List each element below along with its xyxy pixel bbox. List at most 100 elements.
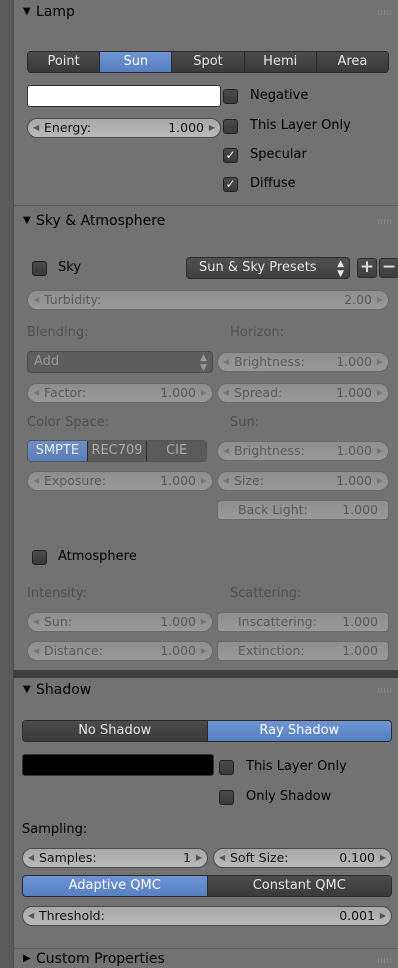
sampling-label: Sampling: bbox=[22, 822, 88, 837]
negative-checkbox[interactable] bbox=[223, 89, 238, 104]
decrement-arrow-icon[interactable]: ◀ bbox=[33, 613, 39, 631]
decrement-arrow-icon[interactable]: ◀ bbox=[33, 642, 39, 660]
increment-arrow-icon[interactable]: ▶ bbox=[201, 613, 207, 631]
only-shadow-checkbox[interactable] bbox=[219, 790, 234, 805]
color-space-rec709[interactable]: REC709 bbox=[86, 441, 147, 461]
lamp-type-sun[interactable]: Sun bbox=[99, 52, 172, 72]
sun-brightness-field[interactable]: ◀ Brightness: 1.000 ▶ bbox=[217, 441, 389, 461]
threshold-field[interactable]: ◀ Threshold: 0.001 ▶ bbox=[22, 906, 392, 926]
inscattering-value: 1.000 bbox=[342, 614, 378, 629]
decrement-arrow-icon[interactable]: ◀ bbox=[28, 907, 34, 925]
collapse-triangle-icon[interactable]: ▼ bbox=[23, 684, 31, 695]
increment-arrow-icon[interactable]: ▶ bbox=[377, 353, 383, 371]
soft-size-value: 0.100 bbox=[339, 850, 375, 865]
increment-arrow-icon[interactable]: ▶ bbox=[377, 472, 383, 490]
no-shadow-button[interactable]: No Shadow bbox=[23, 721, 207, 741]
remove-preset-button[interactable]: − bbox=[379, 258, 398, 278]
decrement-arrow-icon[interactable]: ◀ bbox=[219, 849, 225, 867]
collapse-triangle-icon[interactable]: ▼ bbox=[23, 215, 31, 226]
increment-arrow-icon[interactable]: ▶ bbox=[380, 907, 386, 925]
decrement-arrow-icon[interactable]: ◀ bbox=[33, 119, 39, 137]
shadow-this-layer-only-label: This Layer Only bbox=[246, 759, 347, 774]
energy-field[interactable]: ◀ Energy: 1.000 ▶ bbox=[27, 118, 221, 138]
blend-mode-dropdown[interactable]: Add ▲ ▼ bbox=[27, 351, 213, 373]
decrement-arrow-icon[interactable]: ◀ bbox=[33, 384, 39, 402]
increment-arrow-icon[interactable]: ▶ bbox=[196, 849, 202, 867]
factor-field[interactable]: ◀ Factor: 1.000 ▶ bbox=[27, 383, 213, 403]
atmosphere-label: Atmosphere bbox=[58, 549, 137, 564]
lamp-type-point[interactable]: Point bbox=[28, 52, 100, 72]
diffuse-checkbox[interactable]: ✓ bbox=[223, 177, 238, 192]
increment-arrow-icon[interactable]: ▶ bbox=[201, 472, 207, 490]
soft-size-label: Soft Size: bbox=[230, 850, 289, 865]
back-light-value: 1.000 bbox=[342, 502, 378, 517]
drag-grip-icon[interactable] bbox=[378, 688, 392, 693]
color-space-cie[interactable]: CIE bbox=[146, 441, 206, 461]
qmc-method-selector: Adaptive QMC Constant QMC bbox=[22, 875, 392, 897]
lamp-color-swatch[interactable] bbox=[27, 85, 221, 107]
panel-title: Lamp bbox=[36, 4, 75, 20]
decrement-arrow-icon[interactable]: ◀ bbox=[223, 442, 229, 460]
add-preset-button[interactable]: + bbox=[357, 258, 377, 278]
lamp-type-hemi[interactable]: Hemi bbox=[243, 52, 316, 72]
atmosphere-checkbox[interactable] bbox=[32, 550, 47, 565]
increment-arrow-icon[interactable]: ▶ bbox=[380, 849, 386, 867]
collapse-triangle-icon[interactable]: ▼ bbox=[23, 6, 31, 17]
decrement-arrow-icon[interactable]: ◀ bbox=[33, 291, 39, 309]
lamp-panel-header[interactable]: ▼ Lamp bbox=[14, 0, 398, 26]
color-space-smpte[interactable]: SMPTE bbox=[28, 441, 87, 461]
soft-size-field[interactable]: ◀ Soft Size: 0.100 ▶ bbox=[213, 848, 392, 868]
negative-label: Negative bbox=[250, 88, 309, 103]
ray-shadow-button[interactable]: Ray Shadow bbox=[206, 721, 391, 741]
diffuse-label: Diffuse bbox=[250, 176, 296, 191]
inscattering-label: Inscattering: bbox=[238, 614, 317, 629]
distance-field[interactable]: ◀ Distance: 1.000 ▶ bbox=[27, 641, 213, 661]
shadow-this-layer-only-checkbox[interactable] bbox=[219, 760, 234, 775]
panel-title: Custom Properties bbox=[36, 951, 165, 967]
intensity-sun-field[interactable]: ◀ Sun: 1.000 ▶ bbox=[27, 612, 213, 632]
panel-title: Shadow bbox=[36, 682, 92, 698]
lamp-type-spot[interactable]: Spot bbox=[171, 52, 244, 72]
samples-field[interactable]: ◀ Samples: 1 ▶ bbox=[22, 848, 208, 868]
horizon-label: Horizon: bbox=[230, 325, 285, 340]
spread-field[interactable]: ◀ Spread: 1.000 ▶ bbox=[217, 383, 389, 403]
back-light-field[interactable]: Back Light: 1.000 bbox=[217, 500, 389, 520]
expand-triangle-icon[interactable]: ▶ bbox=[23, 953, 31, 964]
decrement-arrow-icon[interactable]: ◀ bbox=[223, 384, 229, 402]
decrement-arrow-icon[interactable]: ◀ bbox=[223, 353, 229, 371]
constant-qmc-button[interactable]: Constant QMC bbox=[206, 876, 391, 896]
this-layer-only-checkbox[interactable] bbox=[223, 119, 238, 134]
sun-sky-presets-menu[interactable]: Sun & Sky Presets ▲ ▼ bbox=[186, 257, 350, 279]
inscattering-field[interactable]: Inscattering: 1.000 bbox=[217, 612, 389, 632]
increment-arrow-icon[interactable]: ▶ bbox=[209, 119, 215, 137]
back-light-label: Back Light: bbox=[238, 502, 308, 517]
spread-value: 1.000 bbox=[336, 385, 372, 400]
drag-grip-icon[interactable] bbox=[378, 10, 392, 15]
increment-arrow-icon[interactable]: ▶ bbox=[201, 642, 207, 660]
drag-grip-icon[interactable] bbox=[378, 219, 392, 224]
shadow-color-swatch[interactable] bbox=[22, 754, 214, 776]
sky-checkbox[interactable] bbox=[32, 261, 47, 276]
lamp-type-area[interactable]: Area bbox=[315, 52, 388, 72]
horizon-brightness-field[interactable]: ◀ Brightness: 1.000 ▶ bbox=[217, 352, 389, 372]
adaptive-qmc-button[interactable]: Adaptive QMC bbox=[23, 876, 207, 896]
custom-properties-header[interactable]: ▶ Custom Properties bbox=[14, 949, 398, 968]
increment-arrow-icon[interactable]: ▶ bbox=[377, 442, 383, 460]
specular-checkbox[interactable]: ✓ bbox=[223, 148, 238, 163]
sky-panel-header[interactable]: ▼ Sky & Atmosphere bbox=[14, 206, 398, 232]
horizon-brightness-label: Brightness: bbox=[234, 354, 305, 369]
decrement-arrow-icon[interactable]: ◀ bbox=[33, 472, 39, 490]
shadow-panel-header[interactable]: ▼ Shadow bbox=[14, 678, 398, 704]
increment-arrow-icon[interactable]: ▶ bbox=[201, 384, 207, 402]
increment-arrow-icon[interactable]: ▶ bbox=[377, 384, 383, 402]
turbidity-field[interactable]: ◀ Turbidity: 2.00 ▶ bbox=[27, 290, 389, 310]
drag-grip-icon[interactable] bbox=[378, 958, 392, 963]
samples-value: 1 bbox=[183, 850, 191, 865]
size-field[interactable]: ◀ Size: 1.000 ▶ bbox=[217, 471, 389, 491]
panel-title: Sky & Atmosphere bbox=[36, 213, 166, 229]
extinction-field[interactable]: Extinction: 1.000 bbox=[217, 641, 389, 661]
decrement-arrow-icon[interactable]: ◀ bbox=[28, 849, 34, 867]
increment-arrow-icon[interactable]: ▶ bbox=[377, 291, 383, 309]
decrement-arrow-icon[interactable]: ◀ bbox=[223, 472, 229, 490]
exposure-field[interactable]: ◀ Exposure: 1.000 ▶ bbox=[27, 471, 213, 491]
